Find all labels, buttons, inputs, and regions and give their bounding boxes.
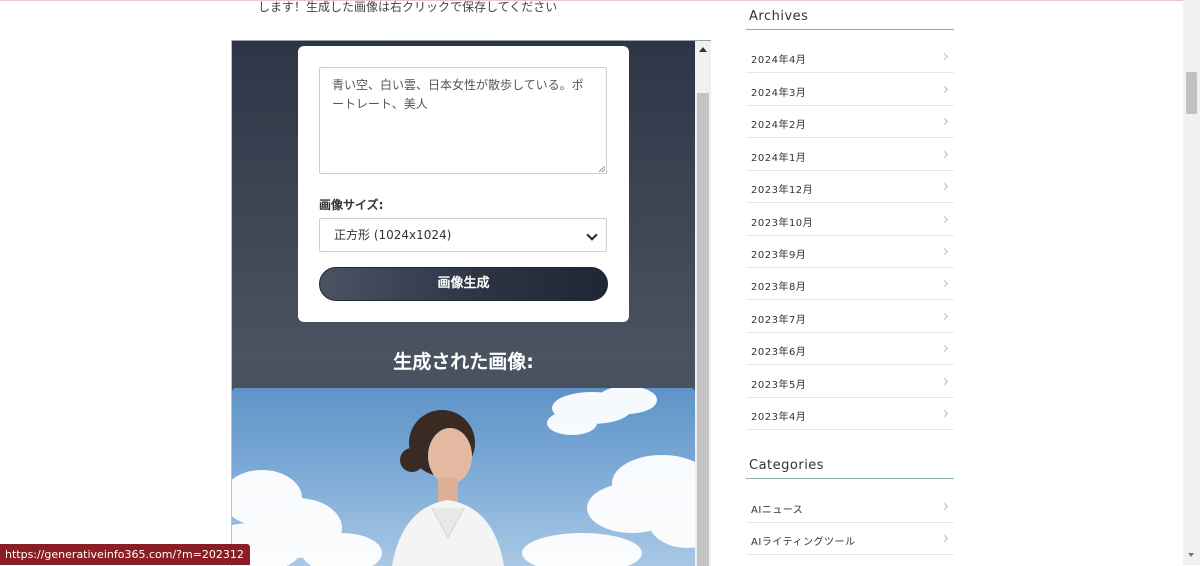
archive-item[interactable]: 2024年1月 [746, 139, 954, 171]
chevron-right-icon [940, 85, 949, 94]
archive-item[interactable]: 2023年5月 [746, 366, 954, 398]
categories-rule [746, 478, 954, 479]
result-title: 生成された画像: [393, 351, 534, 373]
archive-item[interactable]: 2023年12月 [746, 171, 954, 203]
chevron-right-icon [940, 279, 949, 288]
chevron-right-icon [940, 344, 949, 353]
archive-item[interactable]: 2023年8月 [746, 268, 954, 300]
archives-title: Archives [749, 9, 809, 24]
generated-image[interactable] [232, 388, 695, 566]
chevron-down-icon [586, 229, 598, 241]
prompt-textarea[interactable]: 青い空、白い雲、日本女性が散歩している。ポートレート、美人 [319, 67, 607, 174]
intro-text: します！生成した画像は右クリックで保存してください [258, 0, 558, 14]
frame-scrollbar[interactable] [695, 41, 711, 566]
chevron-right-icon [940, 182, 949, 191]
chevron-right-icon [940, 52, 949, 61]
archive-item[interactable]: 2023年4月 [746, 398, 954, 430]
archive-item[interactable]: 2023年7月 [746, 301, 954, 333]
category-item[interactable]: AIニュース [746, 491, 954, 523]
chevron-right-icon [940, 409, 949, 418]
generator-background: 青い空、白い雲、日本女性が散歩している。ポートレート、美人 画像サイズ: 正方形… [232, 41, 695, 566]
image-size-selected: 正方形 (1024x1024) [334, 228, 452, 242]
scroll-down-icon[interactable] [1188, 553, 1194, 557]
chevron-right-icon [940, 534, 949, 543]
archive-item[interactable]: 2023年6月 [746, 333, 954, 365]
chevron-right-icon [940, 247, 949, 256]
resize-grip-icon[interactable] [599, 166, 605, 172]
image-size-label: 画像サイズ: [319, 198, 384, 212]
categories-title: Categories [749, 458, 825, 473]
status-bar-url: https://generativeinfo365.com/?m=202312 [0, 544, 250, 565]
generated-image-art [232, 388, 695, 566]
archive-item[interactable]: 2024年3月 [746, 74, 954, 106]
image-size-select[interactable]: 正方形 (1024x1024) [319, 218, 607, 252]
top-divider [0, 0, 1200, 1]
image-generator-frame[interactable]: 青い空、白い雲、日本女性が散歩している。ポートレート、美人 画像サイズ: 正方形… [231, 40, 711, 566]
frame-scroll-thumb[interactable] [697, 93, 709, 566]
generator-form-card: 青い空、白い雲、日本女性が散歩している。ポートレート、美人 画像サイズ: 正方形… [298, 46, 629, 322]
page-scrollbar[interactable] [1183, 0, 1200, 565]
chevron-right-icon [940, 312, 949, 321]
archive-item[interactable]: 2023年9月 [746, 236, 954, 268]
chevron-right-icon [940, 502, 949, 511]
chevron-right-icon [940, 150, 949, 159]
scroll-up-icon[interactable] [699, 47, 707, 52]
generate-image-button[interactable]: 画像生成 [319, 267, 608, 301]
category-item[interactable]: AIライティングツール [746, 523, 954, 555]
archive-item[interactable]: 2024年2月 [746, 106, 954, 138]
chevron-right-icon [940, 215, 949, 224]
page-scroll-thumb[interactable] [1186, 72, 1197, 114]
chevron-right-icon [940, 117, 949, 126]
archive-item[interactable]: 2024年4月 [746, 41, 954, 73]
chevron-right-icon [940, 377, 949, 386]
archive-item[interactable]: 2023年10月 [746, 204, 954, 236]
archives-rule [746, 29, 954, 30]
